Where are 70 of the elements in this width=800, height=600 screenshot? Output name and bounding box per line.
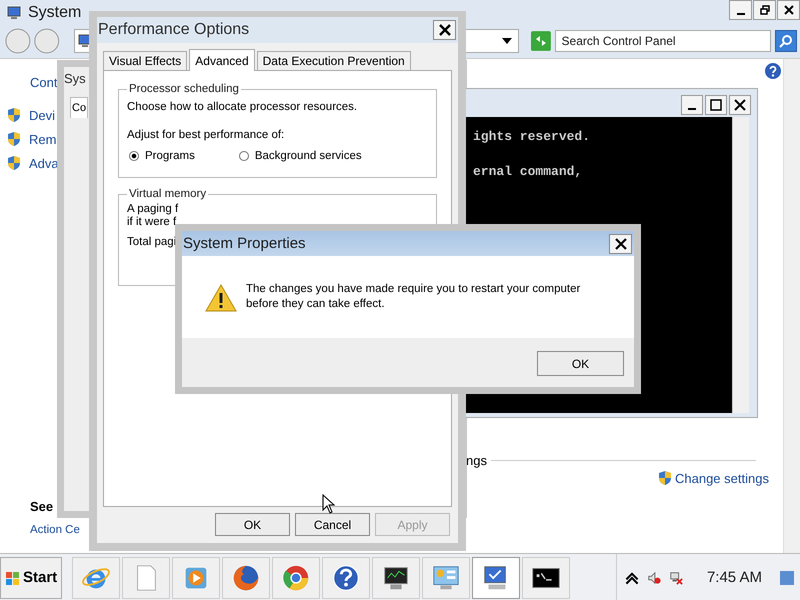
see-also-heading: See: [30, 499, 54, 514]
description-text: A paging f: [127, 203, 178, 215]
search-field[interactable]: Search Control Panel: [554, 30, 772, 52]
message-text: The changes you have made require you to restart your computer before they can take effect.: [246, 282, 582, 312]
refresh-icon[interactable]: [530, 30, 551, 50]
close-button[interactable]: [433, 20, 456, 40]
scrollbar[interactable]: [783, 59, 800, 553]
console-text: ernal command,: [473, 164, 584, 179]
close-icon: [734, 99, 746, 111]
muted-speaker-icon[interactable]: [646, 570, 661, 584]
change-settings-link[interactable]: Change settings: [675, 470, 769, 486]
shield-icon: [658, 470, 672, 486]
restore-button[interactable]: [753, 0, 776, 20]
close-icon: [438, 24, 450, 36]
window-title: Sys: [64, 71, 86, 86]
dialog-button[interactable]: Cancel: [295, 513, 370, 536]
shield-icon: [7, 155, 21, 171]
tab[interactable]: Advanced: [189, 49, 255, 71]
maximize-icon: [710, 99, 722, 111]
close-button[interactable]: [609, 234, 632, 254]
shield-icon: [7, 131, 21, 147]
minimize-icon: [688, 108, 696, 110]
see-also-link[interactable]: Action Ce: [30, 524, 80, 536]
label: Adjust for best performance of:: [127, 129, 286, 141]
window-title: System Properties: [183, 235, 306, 252]
close-icon: [784, 5, 794, 15]
console-text: ights reserved.: [473, 129, 592, 144]
tab[interactable]: Visual Effects: [103, 51, 188, 70]
taskbar-app-button[interactable]: [322, 556, 370, 598]
restore-icon: [760, 5, 770, 15]
ok-button[interactable]: OK: [537, 351, 624, 376]
network-error-icon[interactable]: [668, 570, 683, 584]
radio-option[interactable]: Background services: [238, 150, 362, 162]
search-button[interactable]: [775, 30, 797, 52]
show-desktop-button[interactable]: [780, 570, 794, 584]
tab[interactable]: Data Execution Prevention: [256, 51, 411, 70]
window-title: Performance Options: [98, 21, 250, 39]
group-title: Virtual memory: [128, 188, 208, 200]
scrollbar[interactable]: [732, 117, 749, 413]
window-title: System: [28, 4, 82, 22]
clock[interactable]: 7:45 AM: [706, 569, 762, 586]
help-icon: [331, 562, 362, 592]
taskbar-app-button[interactable]: [522, 556, 570, 598]
sidebar-link[interactable]: Devi: [29, 108, 56, 122]
sidebar-link[interactable]: Cont: [30, 75, 58, 90]
tab[interactable]: Co: [70, 97, 88, 118]
minimize-button[interactable]: [681, 95, 703, 115]
sidebar-link[interactable]: Rem: [29, 132, 56, 146]
minimize-icon: [736, 13, 744, 15]
dropdown-icon: [502, 38, 512, 44]
shield-icon: [7, 107, 21, 123]
group-title: Processor scheduling: [128, 83, 240, 95]
minimize-button[interactable]: [729, 0, 752, 20]
start-button[interactable]: Start: [0, 556, 62, 598]
close-button[interactable]: [777, 0, 800, 20]
warning-icon: [205, 283, 237, 313]
radio-option[interactable]: Programs: [129, 150, 195, 162]
maximize-button[interactable]: [705, 95, 727, 115]
show-hidden-icons-icon[interactable]: [624, 570, 639, 584]
close-button[interactable]: [729, 95, 751, 115]
start-logo-icon: [5, 570, 21, 586]
computer-icon: [6, 4, 22, 20]
close-icon: [614, 238, 626, 250]
description-text: if it were f: [127, 216, 176, 228]
help-icon[interactable]: [764, 62, 782, 80]
description-text: Choose how to allocate processor resources.: [127, 101, 358, 113]
sidebar-link[interactable]: Adva: [29, 156, 59, 170]
taskbar-app-button[interactable]: [372, 556, 420, 598]
dialog-button[interactable]: OK: [215, 513, 290, 536]
search-icon: [778, 32, 794, 48]
